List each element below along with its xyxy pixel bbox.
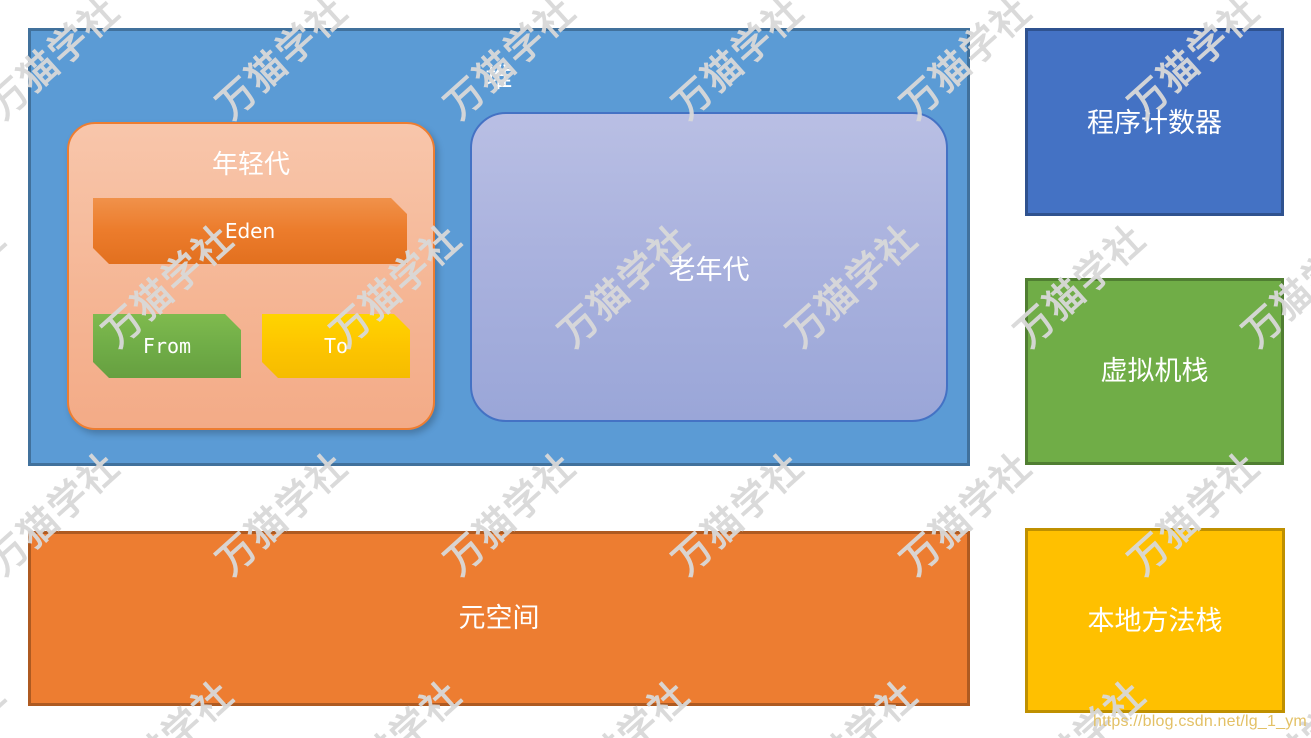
vm-stack-label: 虚拟机栈 xyxy=(1100,356,1209,386)
young-generation-container: 年轻代 xyxy=(67,122,435,430)
source-url-watermark: https://blog.csdn.net/lg_1_ym xyxy=(1093,713,1307,730)
survivor-to-region: To xyxy=(262,314,410,378)
metaspace-label: 元空间 xyxy=(458,603,540,633)
native-method-stack-box: 本地方法栈 xyxy=(1025,528,1285,713)
metaspace-container: 元空间 xyxy=(28,531,970,706)
diagram-canvas: 堆 年轻代 Eden From To 老年代 元空间 程序计数器 虚拟机栈 本地… xyxy=(0,0,1311,738)
old-generation-label: 老年代 xyxy=(668,254,750,285)
watermark-text: 万猫学社 xyxy=(0,215,15,356)
survivor-from-label: From xyxy=(142,334,192,358)
eden-region: Eden xyxy=(93,198,407,264)
old-generation-container: 老年代 xyxy=(470,112,948,422)
young-generation-label: 年轻代 xyxy=(211,149,290,179)
heap-label: 堆 xyxy=(485,63,513,93)
watermark-text: 万猫学社 xyxy=(0,665,16,738)
native-method-stack-label: 本地方法栈 xyxy=(1087,606,1223,636)
program-counter-register-label: 程序计数器 xyxy=(1087,108,1222,138)
eden-label: Eden xyxy=(224,219,276,243)
program-counter-register-box: 程序计数器 xyxy=(1025,28,1284,216)
survivor-to-label: To xyxy=(323,334,349,358)
vm-stack-box: 虚拟机栈 xyxy=(1025,278,1284,465)
survivor-from-region: From xyxy=(93,314,241,378)
